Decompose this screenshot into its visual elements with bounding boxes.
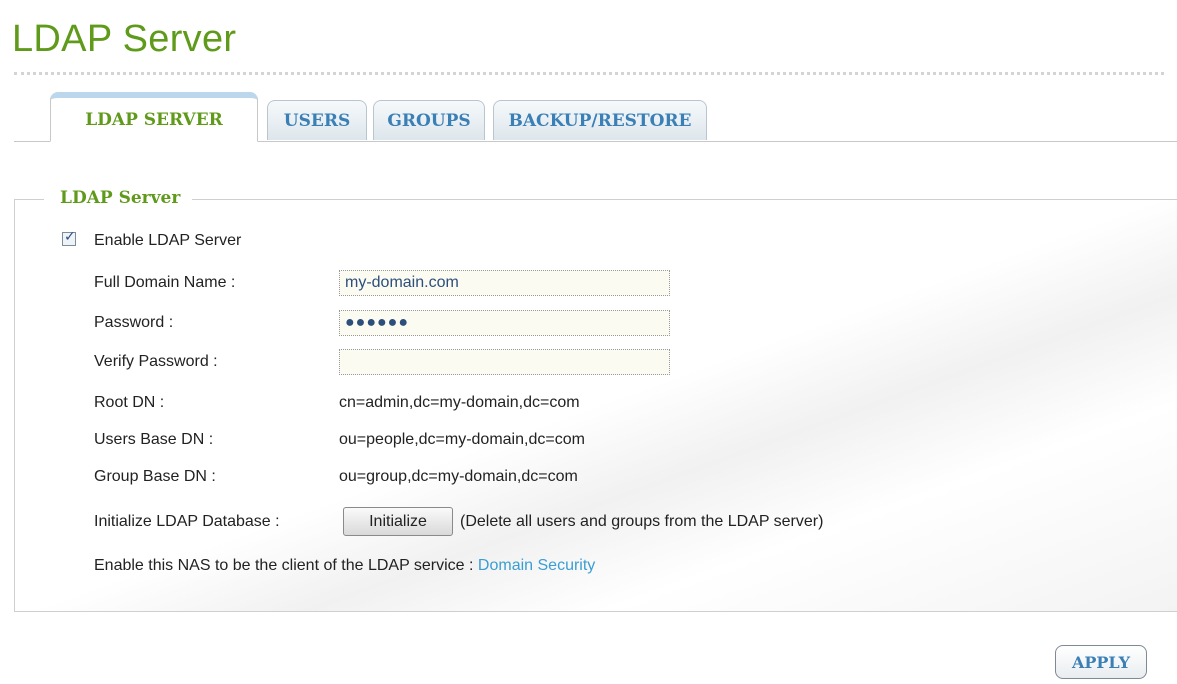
enable-ldap-label: Enable LDAP Server	[94, 232, 242, 249]
root-dn-value: cn=admin,dc=my-domain,dc=com	[339, 394, 580, 411]
tab-label: BACKUP/RESTORE	[508, 110, 692, 131]
full-domain-label: Full Domain Name :	[94, 274, 236, 291]
root-dn-label: Root DN :	[94, 394, 165, 411]
tab-users[interactable]: USERS	[267, 100, 367, 140]
tab-groups[interactable]: GROUPS	[373, 100, 485, 140]
initialize-button[interactable]: Initialize	[343, 507, 453, 536]
full-domain-input[interactable]: my-domain.com	[339, 270, 670, 296]
client-service-text: Enable this NAS to be the client of the …	[94, 556, 595, 576]
users-base-dn-value: ou=people,dc=my-domain,dc=com	[339, 431, 585, 448]
password-value: ●●●●●●	[345, 314, 409, 331]
client-service-label: Enable this NAS to be the client of the …	[94, 557, 478, 574]
verify-password-label: Verify Password :	[94, 353, 218, 370]
enable-ldap-checkbox[interactable]: ✓	[62, 229, 76, 246]
apply-button-label: APPLY	[1071, 652, 1131, 672]
password-input[interactable]: ●●●●●●	[339, 310, 670, 336]
group-base-dn-value: ou=group,dc=my-domain,dc=com	[339, 468, 578, 485]
tab-ldap-server[interactable]: LDAP SERVER	[50, 92, 258, 142]
title-divider	[14, 72, 1164, 75]
group-base-dn-label: Group Base DN :	[94, 468, 216, 485]
domain-security-link[interactable]: Domain Security	[478, 557, 595, 574]
fieldset-legend: LDAP Server	[44, 186, 193, 210]
tab-label: LDAP SERVER	[85, 109, 223, 130]
tab-label: GROUPS	[387, 110, 471, 131]
apply-button[interactable]: APPLY	[1055, 645, 1147, 679]
verify-password-input[interactable]	[339, 349, 670, 375]
init-note: (Delete all users and groups from the LD…	[460, 513, 824, 530]
ldap-server-fieldset	[14, 199, 1177, 612]
full-domain-value: my-domain.com	[345, 274, 459, 291]
tab-label: USERS	[283, 110, 351, 131]
page-title: LDAP Server	[12, 18, 237, 60]
password-label: Password :	[94, 314, 174, 331]
tab-backup-restore[interactable]: BACKUP/RESTORE	[493, 100, 707, 140]
users-base-dn-label: Users Base DN :	[94, 431, 214, 448]
init-db-label: Initialize LDAP Database :	[94, 513, 280, 530]
initialize-button-label: Initialize	[369, 512, 427, 530]
checkmark-icon: ✓	[64, 229, 76, 245]
